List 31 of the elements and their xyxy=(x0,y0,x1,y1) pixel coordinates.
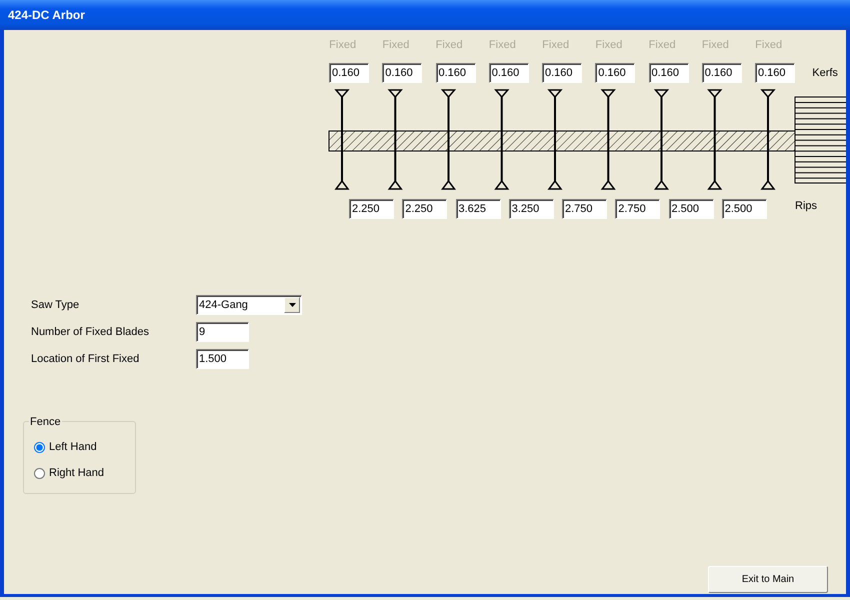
rip-field[interactable]: 2.750 xyxy=(562,199,607,219)
field-label: Location of First Fixed xyxy=(31,352,140,367)
blade-label: Fixed xyxy=(594,38,624,51)
rip-field[interactable]: 2.500 xyxy=(722,199,767,219)
blade-label: Fixed xyxy=(541,38,570,51)
radio-button[interactable] xyxy=(34,468,45,478)
rip-field[interactable]: 2.250 xyxy=(402,199,448,219)
window-title: 424-DC Arbor xyxy=(0,0,850,30)
rips-label: Rips xyxy=(795,198,818,214)
blade-label: Fixed xyxy=(700,38,730,51)
rip-field[interactable]: 3.250 xyxy=(508,199,554,219)
rip-field[interactable]: 2.500 xyxy=(668,199,714,219)
exit-button[interactable]: Exit to Main xyxy=(708,566,828,593)
radio-label: Right Hand xyxy=(49,466,104,481)
text-field[interactable]: 1.500 xyxy=(196,349,249,369)
blade-label: Fixed xyxy=(434,38,464,51)
saw-type-dropdown[interactable]: 424-Gang xyxy=(196,295,302,315)
text-field[interactable]: 9 xyxy=(196,322,249,342)
blade-label: Fixed xyxy=(488,38,517,51)
field-label: Number of Fixed Blades xyxy=(31,324,150,340)
blade-label: Fixed xyxy=(328,38,358,51)
radio-label: Left Hand xyxy=(49,440,97,455)
rip-field[interactable]: 2.750 xyxy=(615,199,660,219)
rip-field[interactable]: 3.625 xyxy=(456,199,500,219)
blade-label: Fixed xyxy=(381,38,410,51)
kerfs-label: Kerfs xyxy=(812,66,838,81)
blade-label: Fixed xyxy=(648,38,677,51)
blade-label: Fixed xyxy=(754,38,784,51)
field-label: Saw Type xyxy=(31,298,80,313)
rip-field[interactable]: 2.250 xyxy=(349,199,394,219)
radio-button[interactable] xyxy=(34,442,45,452)
